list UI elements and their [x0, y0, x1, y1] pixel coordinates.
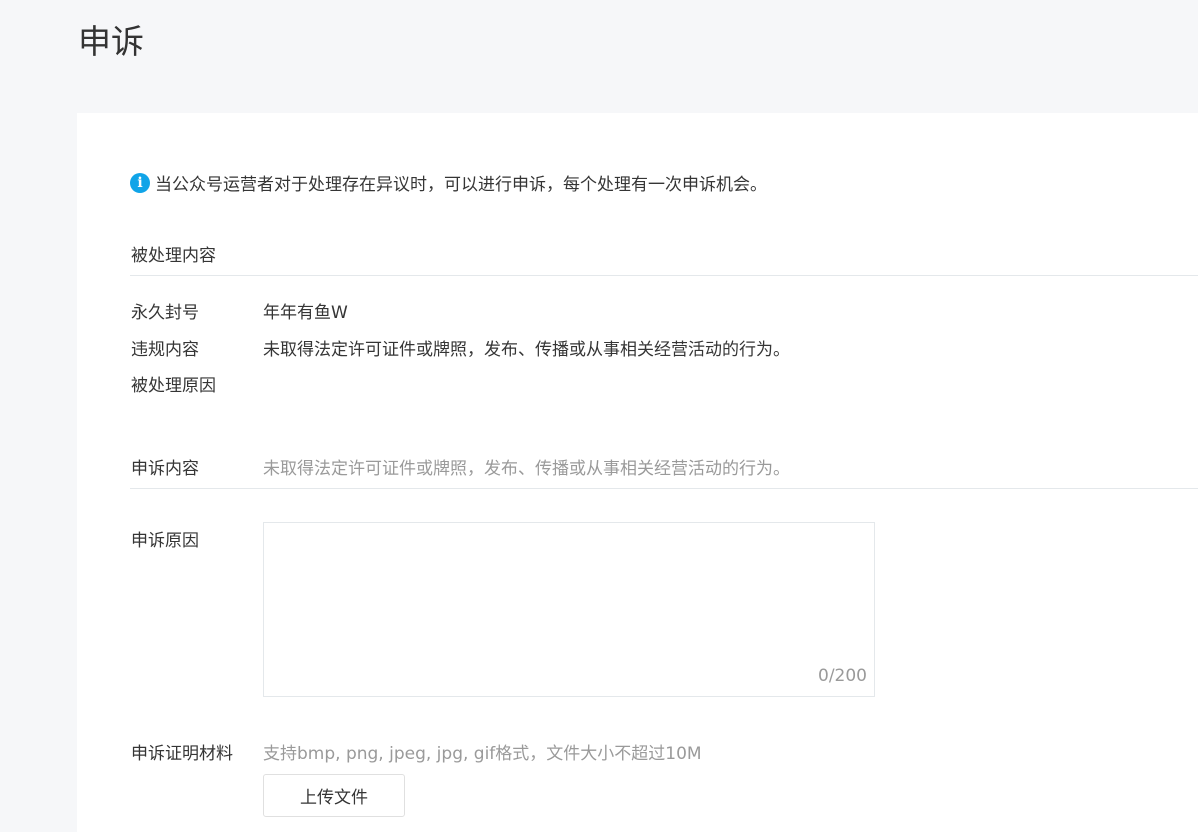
violation-content-label: 违规内容: [131, 340, 199, 360]
violation-content-value: 未取得法定许可证件或牌照，发布、传播或从事相关经营活动的行为。: [263, 340, 790, 360]
appeal-reason-label: 申诉原因: [131, 531, 199, 551]
handled-section-title: 被处理内容: [131, 246, 216, 266]
upload-hint: 支持bmp, png, jpeg, jpg, gif格式，文件大小不超过10M: [263, 744, 702, 764]
upload-file-button[interactable]: 上传文件: [263, 774, 405, 817]
ban-type-label: 永久封号: [131, 303, 199, 323]
appeal-card: i 当公众号运营者对于处理存在异议时，可以进行申诉，每个处理有一次申诉机会。 被…: [77, 113, 1198, 832]
appeal-content-label: 申诉内容: [131, 459, 199, 479]
handled-reason-label: 被处理原因: [131, 376, 216, 396]
section-divider: [130, 275, 1198, 276]
char-counter: 0/200: [818, 666, 867, 686]
section-divider: [130, 488, 1198, 489]
appeal-reason-field: 0/200: [263, 522, 875, 697]
evidence-label: 申诉证明材料: [131, 744, 233, 764]
appeal-content-value: 未取得法定许可证件或牌照，发布、传播或从事相关经营活动的行为。: [263, 459, 790, 479]
page-title: 申诉: [78, 22, 144, 61]
account-name: 年年有鱼W: [263, 303, 348, 323]
notice-text: 当公众号运营者对于处理存在异议时，可以进行申诉，每个处理有一次申诉机会。: [155, 175, 767, 195]
notice-banner: i 当公众号运营者对于处理存在异议时，可以进行申诉，每个处理有一次申诉机会。: [130, 170, 767, 195]
appeal-reason-textarea[interactable]: [264, 523, 874, 696]
info-icon: i: [130, 172, 150, 193]
